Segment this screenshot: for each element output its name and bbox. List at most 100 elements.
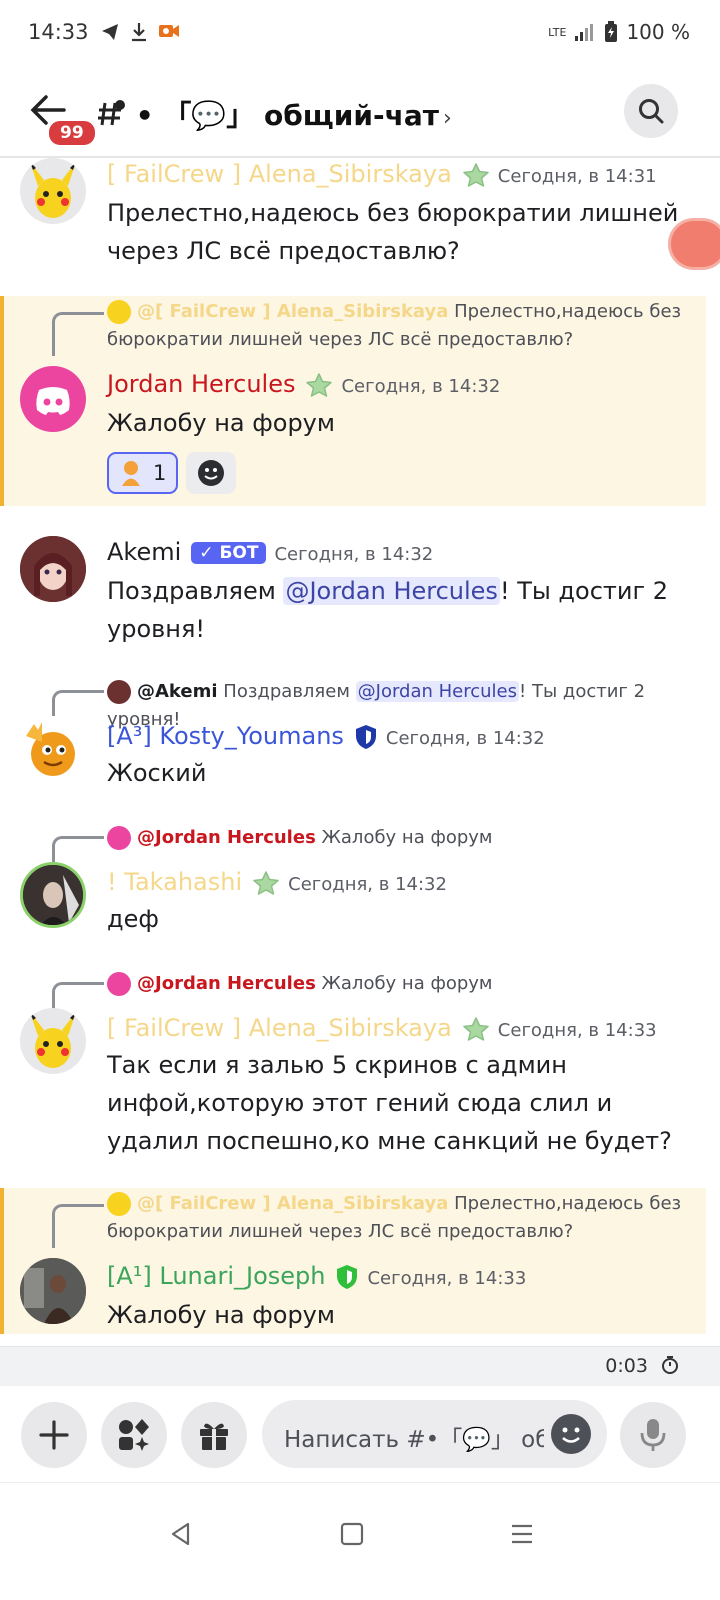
avatar[interactable]	[20, 366, 86, 432]
telegram-icon	[102, 24, 118, 40]
text-segment: Поздравляем	[107, 577, 284, 605]
text-channel-hash-icon	[98, 100, 125, 126]
reply-preview[interactable]: @Jordan Hercules Жалобу на форум	[107, 970, 697, 998]
author-label: Jordan Hercules	[107, 370, 296, 398]
apps-icon	[119, 1419, 149, 1451]
reply-avatar	[107, 826, 131, 850]
attach-button[interactable]	[21, 1402, 87, 1468]
timestamp: Сегодня, в 14:32	[385, 728, 545, 749]
author-name[interactable]: ! Takahashi Сегодня, в 14:32	[107, 868, 447, 896]
author-name[interactable]: [A³] Kosty_Youmans Сегодня, в 14:32	[107, 722, 545, 750]
call-bubble[interactable]	[668, 218, 720, 270]
reply-author: @Jordan Hercules	[137, 973, 316, 994]
nav-home-icon[interactable]	[340, 1521, 364, 1547]
message-item[interactable]: [ FailCrew ] Alena_Sibirskaya Сегодня, в …	[0, 158, 706, 294]
message-item[interactable]: @[ FailCrew ] Alena_Sibirskaya Прелестно…	[0, 1188, 706, 1334]
reply-avatar	[107, 680, 131, 704]
nav-recents-icon[interactable]	[509, 1521, 535, 1547]
reaction-chip[interactable]: 1	[107, 452, 179, 494]
message-item[interactable]: @[ FailCrew ] Alena_Sibirskaya Прелестно…	[0, 296, 706, 506]
message-item[interactable]: @Jordan Hercules Жалобу на форум [ FailC…	[0, 968, 706, 1164]
bot-badge: ✓ БОТ	[191, 542, 267, 564]
reply-text: Поздравляем	[223, 681, 356, 702]
plus-icon	[39, 1420, 69, 1450]
status-time: 14:33	[28, 20, 89, 44]
shield-badge-icon	[355, 725, 376, 749]
timestamp: Сегодня, в 14:33	[497, 1020, 657, 1041]
reply-author: @Akemi	[137, 681, 218, 702]
author-label: Akemi	[107, 538, 182, 566]
avatar[interactable]	[20, 536, 86, 602]
author-name[interactable]: Akemi ✓ БОТ Сегодня, в 14:32	[107, 538, 433, 566]
user-mention[interactable]: @Jordan Hercules	[283, 577, 500, 605]
user-mention[interactable]: @Jordan Hercules	[355, 681, 520, 702]
pikachu-avatar-icon	[30, 162, 76, 218]
author-name[interactable]: Jordan Hercules Сегодня, в 14:32	[107, 370, 500, 398]
star-badge-icon	[306, 373, 333, 397]
avatar[interactable]	[20, 1008, 86, 1074]
message-text: деф	[107, 905, 159, 933]
gift-icon	[200, 1423, 228, 1450]
author-label: [A¹] Lunari_Joseph	[107, 1262, 326, 1290]
message-item[interactable]: Akemi ✓ БОТ Сегодня, в 14:32 Поздравляем @…	[0, 536, 706, 646]
message-input[interactable]: Написать #•「💬」 общий-чат	[262, 1400, 607, 1468]
star-badge-icon	[463, 1017, 489, 1041]
author-name[interactable]: [ FailCrew ] Alena_Sibirskaya Сегодня, в …	[107, 1014, 657, 1042]
message-text: Жалобу на форум	[107, 1301, 335, 1329]
gift-button[interactable]	[181, 1402, 247, 1468]
star-badge-icon	[463, 163, 489, 187]
message-item[interactable]: @Jordan Hercules Жалобу на форум ! Takah…	[0, 822, 706, 942]
battery-label: 100 %	[626, 20, 690, 44]
timestamp: Сегодня, в 14:32	[341, 376, 501, 397]
unread-badge: 99	[46, 118, 98, 148]
reply-preview[interactable]: @[ FailCrew ] Alena_Sibirskaya Прелестно…	[107, 1190, 697, 1246]
chevron-right-icon: ›	[442, 106, 452, 131]
stopwatch-icon	[662, 1356, 678, 1374]
add-reaction-button[interactable]	[186, 452, 237, 494]
avatar[interactable]	[20, 862, 86, 928]
reply-connector	[52, 1204, 104, 1248]
reply-avatar	[107, 300, 131, 324]
message-text: Жоский	[107, 759, 207, 787]
reply-preview[interactable]: @[ FailCrew ] Alena_Sibirskaya Прелестно…	[107, 298, 697, 354]
recording-icon	[159, 25, 179, 37]
smiley-icon	[562, 1427, 580, 1443]
timestamp: Сегодня, в 14:32	[274, 544, 434, 565]
slowmode-timer: 0:03	[605, 1355, 680, 1377]
message-input-placeholder: Написать #•「💬」 общий-чат	[284, 1427, 544, 1453]
reply-avatar	[107, 1192, 131, 1216]
author-label: [ FailCrew ] Alena_Sibirskaya	[107, 1014, 452, 1042]
author-name[interactable]: [A¹] Lunari_Joseph Сегодня, в 14:33	[107, 1262, 526, 1290]
reply-text: Жалобу на форум	[321, 973, 493, 994]
timestamp: Сегодня, в 14:31	[497, 166, 657, 187]
message-item[interactable]: @Akemi Поздравляем @Jordan Hercules! Ты …	[0, 676, 706, 796]
voice-message-button[interactable]	[620, 1402, 686, 1468]
photo-avatar-icon	[23, 865, 83, 925]
reply-connector	[52, 312, 104, 356]
avatar[interactable]	[20, 158, 86, 224]
shield-badge-icon	[337, 1265, 358, 1289]
nav-back-icon[interactable]	[168, 1521, 194, 1547]
reply-avatar	[107, 972, 131, 996]
timestamp: Сегодня, в 14:32	[288, 874, 447, 895]
avatar[interactable]	[20, 716, 86, 782]
channel-name: • 「💬」 общий-чат	[135, 99, 439, 132]
signal-icon	[575, 24, 594, 41]
message-text: Прелестно,надеюсь без бюрократии лишней …	[107, 199, 679, 265]
apps-button[interactable]	[101, 1402, 167, 1468]
search-icon	[639, 99, 664, 124]
smiley-icon	[198, 460, 225, 486]
message-composer: Написать #•「💬」 общий-чат	[0, 1388, 720, 1482]
author-name[interactable]: [ FailCrew ] Alena_Sibirskaya Сегодня, в …	[107, 160, 657, 188]
pikachu-avatar-icon	[30, 1012, 76, 1068]
channel-title[interactable]: • 「💬」 общий-чат ›	[96, 94, 452, 134]
status-right: LTE 100 %	[548, 20, 690, 44]
emoji-button[interactable]	[551, 1414, 591, 1454]
photo-avatar-icon	[20, 1258, 86, 1324]
author-label: [ FailCrew ] Alena_Sibirskaya	[107, 160, 452, 188]
status-notification-icons	[100, 22, 180, 42]
download-icon	[132, 23, 146, 42]
avatar[interactable]	[20, 1258, 86, 1324]
reply-preview[interactable]: @Jordan Hercules Жалобу на форум	[107, 824, 697, 852]
search-button[interactable]	[624, 84, 678, 138]
